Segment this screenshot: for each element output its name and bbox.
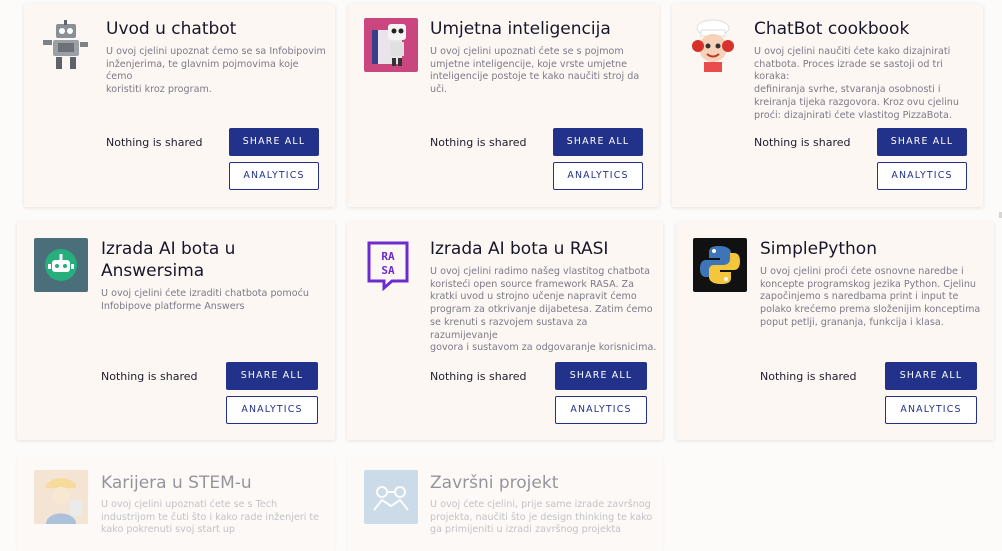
course-card-izrada-ai-bota-answers[interactable]: Izrada AI bota u Answersima U ovoj cjeli… [17, 222, 335, 440]
share-all-button[interactable]: SHARE ALL [885, 362, 977, 390]
card-title: Umjetna inteligencija [430, 19, 611, 39]
share-all-button[interactable]: SHARE ALL [229, 128, 319, 156]
card-title-line: Izrada AI bota u [101, 239, 236, 259]
card-title: Uvod u chatbot [106, 19, 237, 39]
share-all-button[interactable]: SHARE ALL [226, 362, 318, 390]
share-all-button[interactable]: SHARE ALL [877, 128, 967, 156]
analytics-button[interactable]: ANALYTICS [877, 162, 967, 190]
share-all-button[interactable]: SHARE ALL [553, 128, 643, 156]
share-status: Nothing is shared [106, 136, 203, 149]
description-line: se krenuti s razvojem sustava za razumij… [430, 316, 588, 341]
course-card-karijera-u-stem-u[interactable]: Karijera u STEM-u U ovoj cjelini upoznat… [17, 456, 335, 551]
card-title: Izrada AI bota u Answersima [101, 238, 301, 282]
description-line: poput petlji, grananja, funkcija i klasa… [760, 316, 944, 328]
share-all-button[interactable]: SHARE ALL [555, 362, 647, 390]
analytics-button[interactable]: ANALYTICS [885, 396, 977, 424]
description-line: U ovoj cjelini upoznati ćete se s Tech [101, 499, 278, 510]
card-description: U ovoj ćete cjelini, prije same izrade z… [430, 499, 658, 537]
card-title-line: Answersima [101, 261, 205, 281]
card-title: Izrada AI bota u RASI [430, 239, 609, 259]
description-line: umjetne inteligencije, koje vrste umjetn… [430, 58, 627, 70]
description-line: kratki uvod u strojno učenje napravit će… [430, 291, 637, 303]
share-status: Nothing is shared [430, 136, 527, 149]
description-line: industrijom te čuti što i kako rade inže… [101, 511, 320, 523]
card-description: U ovoj cjelini naučiti ćete kako dizajni… [754, 46, 978, 122]
card-description: U ovoj cjelini ćete izraditi chatbota po… [101, 288, 327, 313]
course-card-zavrsni-projekt[interactable]: Završni projekt U ovoj ćete cjelini, pri… [347, 456, 663, 551]
card-description: U ovoj cjelini radimo našeg vlastitog ch… [430, 266, 658, 355]
python-logo-icon [693, 238, 747, 292]
rasa-logo-icon: RA SA [362, 238, 416, 292]
description-line: U ovoj cjelini radimo našeg vlastitog ch… [430, 266, 651, 277]
description-line: U ovoj cjelini naučiti ćete kako dizajni… [754, 46, 951, 57]
course-card-izrada-ai-bota-rasa[interactable]: RA SA Izrada AI bota u RASI U ovoj cjeli… [347, 222, 663, 440]
description-line: kako pokrenuti svoj start up [101, 524, 236, 536]
card-description: U ovoj cjelini proći ćete osnovne naredb… [760, 266, 986, 330]
description-line: U ovoj cjelini upoznat ćemo se sa Infobi… [106, 46, 326, 57]
analytics-button[interactable]: ANALYTICS [226, 396, 318, 424]
description-line: program za otkrivanje dijabetesa. Zatim … [430, 304, 653, 316]
share-status: Nothing is shared [760, 370, 857, 383]
description-line: polako krećemo prema složenijim koncepti… [760, 304, 981, 316]
card-title: Završni projekt [430, 473, 559, 493]
description-line: projekta, naučiti što je design thinking… [430, 511, 653, 523]
description-line: chatbota. Proces izrade se sastoji od tr… [754, 58, 943, 83]
description-line: definiranja svrhe, stvaranja osobnosti i [754, 84, 941, 96]
card-title: SimplePython [760, 239, 877, 259]
course-card-umjetna-inteligencija[interactable]: Umjetna inteligencija U ovoj cjelini upo… [348, 4, 659, 207]
analytics-button[interactable]: ANALYTICS [229, 162, 319, 190]
analytics-button[interactable]: ANALYTICS [555, 396, 647, 424]
robot-icon [38, 18, 92, 72]
description-line: inteligencije postoje te kako naučiti st… [430, 71, 640, 96]
description-line: kreiranja tijeka razgovora. Kroz ovu cje… [754, 96, 959, 108]
chef-icon [686, 18, 740, 72]
description-line: U ovoj cjelini ćete izraditi chatbota po… [101, 288, 309, 299]
description-line: U ovoj cjelini upoznati ćete se s pojmom [430, 46, 624, 57]
description-line: proći: dizajnirati ćete vlastitog PizzaB… [754, 109, 952, 121]
description-line: započinjemo s naredbama print i input te [760, 291, 959, 303]
description-line: koristeći open source framework RASA. Za [430, 278, 635, 290]
description-line: govora i sustavom za odgovaranje korisni… [430, 342, 657, 354]
description-line: koristiti kroz program. [106, 84, 212, 96]
course-card-simplepython[interactable]: SimplePython U ovoj cjelini proći ćete o… [676, 222, 994, 440]
description-line: U ovoj cjelini proći ćete osnovne naredb… [760, 266, 964, 277]
card-description: U ovoj cjelini upoznat ćemo se sa Infobi… [106, 46, 326, 97]
share-status: Nothing is shared [101, 370, 198, 383]
course-card-chatbot-cookbook[interactable]: ChatBot cookbook U ovoj cjelini naučiti … [672, 4, 983, 207]
svg-text:SA: SA [381, 264, 395, 277]
description-line: koncepte programskog jezika Python. Cjel… [760, 278, 977, 290]
bot-head-icon [34, 238, 88, 292]
analytics-button[interactable]: ANALYTICS [553, 162, 643, 190]
card-description: U ovoj cjelini upoznati ćete se s Tech i… [101, 499, 327, 537]
engineer-icon [34, 470, 88, 524]
card-description: U ovoj cjelini upoznati ćete se s pojmom… [430, 46, 654, 97]
svg-text:RA: RA [381, 250, 395, 263]
description-line: Infobipove platforme Answers [101, 300, 245, 312]
card-title: ChatBot cookbook [754, 19, 910, 39]
ai-book-icon [364, 18, 418, 72]
project-sketch-icon [364, 470, 418, 524]
description-line: U ovoj ćete cjelini, prije same izrade z… [430, 499, 651, 510]
description-line: ga primijeniti u izradi završnog projekt… [430, 524, 622, 536]
share-status: Nothing is shared [430, 370, 527, 383]
share-status: Nothing is shared [754, 136, 851, 149]
card-title: Karijera u STEM-u [101, 473, 252, 493]
course-card-uvod-u-chatbot[interactable]: Uvod u chatbot U ovoj cjelini upoznat će… [24, 4, 335, 207]
description-line: inženjerima, te glavnim pojmovima koje ć… [106, 58, 299, 83]
